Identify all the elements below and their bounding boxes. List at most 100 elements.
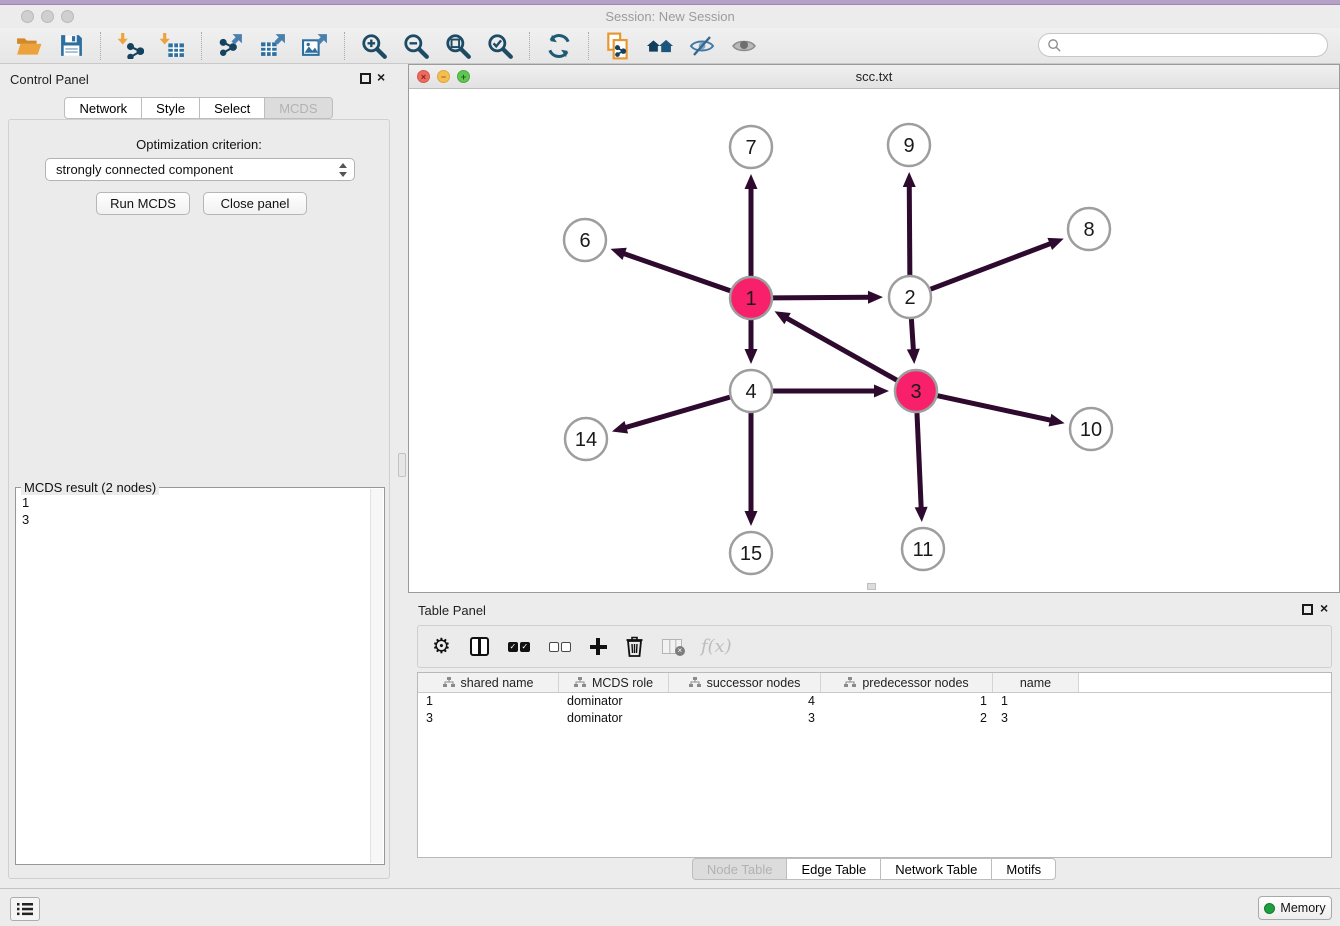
close-panel-icon[interactable]: ×	[377, 70, 385, 84]
graph-edge-arrowhead	[745, 349, 758, 364]
delete-table-icon[interactable]: ×	[662, 639, 682, 654]
window-resize-handle[interactable]	[867, 583, 876, 590]
select-all-icon[interactable]: ✓✓	[508, 642, 530, 652]
export-image-icon[interactable]	[301, 32, 329, 60]
import-table-icon[interactable]	[158, 32, 186, 60]
status-bar: Memory	[0, 888, 1340, 926]
graph-edge-1-6[interactable]	[622, 253, 730, 291]
graph-edge-arrowhead	[612, 421, 628, 433]
add-row-icon[interactable]	[590, 638, 607, 655]
column-header-shared-name[interactable]: shared name	[418, 673, 559, 692]
control-panel-title: Control Panel	[10, 72, 89, 87]
graph-edge-arrowhead	[868, 291, 883, 304]
graph-edge-3-10[interactable]	[937, 396, 1052, 421]
graph-edge-3-11[interactable]	[917, 413, 921, 510]
run-mcds-button[interactable]: Run MCDS	[96, 192, 190, 215]
cell-name: 3	[993, 710, 1079, 727]
graph-edge-arrowhead	[1047, 238, 1063, 250]
toolbar-separator	[201, 32, 202, 60]
tab-edge-table[interactable]: Edge Table	[786, 858, 880, 880]
hierarchy-icon	[689, 677, 701, 688]
graph-edge-arrowhead	[745, 174, 758, 189]
graph-node-label: 8	[1083, 219, 1094, 241]
cell-shared-name: 1	[418, 693, 559, 710]
table-row[interactable]: 1 dominator 4 1 1	[418, 693, 1331, 710]
graph-edge-arrowhead	[874, 385, 889, 398]
table-panel-tabs: Node Table Edge Table Network Table Moti…	[408, 858, 1340, 880]
unselect-all-icon[interactable]	[549, 642, 571, 652]
float-table-panel-icon[interactable]	[1302, 604, 1313, 615]
graph-edge-1-2[interactable]	[773, 297, 871, 298]
houses-icon[interactable]	[646, 32, 674, 60]
window-title: Session: New Session	[0, 9, 1340, 24]
graph-edge-4-14[interactable]	[623, 397, 729, 428]
close-table-panel-icon[interactable]: ×	[1320, 601, 1328, 615]
table-settings-gear-icon[interactable]: ⚙	[432, 636, 451, 657]
tab-select[interactable]: Select	[199, 97, 264, 119]
graph-node-label: 3	[910, 381, 921, 403]
network-graph[interactable]: 7968124314101511	[409, 89, 1339, 592]
cell-successor-nodes: 3	[669, 710, 821, 727]
toolbar-separator	[588, 32, 589, 60]
paste-network-icon[interactable]	[604, 32, 632, 60]
zoom-fit-icon[interactable]	[444, 32, 472, 60]
cell-mcds-role: dominator	[559, 693, 669, 710]
memory-button[interactable]: Memory	[1258, 896, 1332, 920]
import-network-icon[interactable]	[116, 32, 144, 60]
titlebar: Session: New Session	[0, 5, 1340, 28]
cell-successor-nodes: 4	[669, 693, 821, 710]
table-header-row: shared name MCDS role successor nodes pr…	[418, 673, 1331, 693]
column-header-name[interactable]: name	[993, 673, 1079, 692]
eye-icon[interactable]	[730, 32, 758, 60]
cell-mcds-role: dominator	[559, 710, 669, 727]
result-scrollbar[interactable]	[370, 489, 383, 863]
close-panel-button[interactable]: Close panel	[203, 192, 307, 215]
refresh-icon[interactable]	[545, 32, 573, 60]
optimization-criterion-label: Optimization criterion:	[9, 137, 389, 152]
zoom-out-icon[interactable]	[402, 32, 430, 60]
open-folder-icon[interactable]	[15, 32, 43, 60]
search-input[interactable]	[1038, 33, 1328, 57]
graph-edge-2-3[interactable]	[911, 319, 913, 352]
network-canvas[interactable]: 7968124314101511	[409, 89, 1339, 592]
panel-splitter-handle[interactable]	[398, 453, 406, 477]
tab-style[interactable]: Style	[141, 97, 199, 119]
float-panel-icon[interactable]	[360, 73, 371, 84]
tab-mcds[interactable]: MCDS	[264, 97, 332, 119]
mcds-panel: Optimization criterion: strongly connect…	[8, 119, 390, 879]
tab-network[interactable]: Network	[64, 97, 141, 119]
cell-name: 1	[993, 693, 1079, 710]
toolbar-separator	[344, 32, 345, 60]
export-network-icon[interactable]	[217, 32, 245, 60]
show-columns-icon[interactable]	[470, 637, 489, 656]
export-table-icon[interactable]	[259, 32, 287, 60]
graph-node-label: 6	[579, 230, 590, 252]
optimization-criterion-select[interactable]: strongly connected component	[45, 158, 355, 181]
hierarchy-icon	[574, 677, 586, 688]
column-header-predecessor-nodes[interactable]: predecessor nodes	[821, 673, 993, 692]
zoom-in-icon[interactable]	[360, 32, 388, 60]
table-row[interactable]: 3 dominator 3 2 3	[418, 710, 1331, 727]
graph-edge-3-1[interactable]	[785, 317, 897, 380]
mcds-result-line: 3	[22, 511, 29, 528]
table-panel-title: Table Panel	[418, 603, 486, 618]
network-window-titlebar[interactable]: × − + scc.txt	[409, 65, 1339, 89]
graph-edge-2-8[interactable]	[931, 243, 1053, 289]
task-history-button[interactable]	[10, 897, 40, 921]
list-icon	[17, 902, 33, 916]
graph-edge-2-9[interactable]	[909, 184, 910, 275]
tab-motifs[interactable]: Motifs	[991, 858, 1056, 880]
function-builder-icon[interactable]: f(x)	[701, 636, 732, 657]
column-header-mcds-role[interactable]: MCDS role	[559, 673, 669, 692]
eye-slash-icon[interactable]	[688, 32, 716, 60]
save-icon[interactable]	[57, 32, 85, 60]
zoom-selected-icon[interactable]	[486, 32, 514, 60]
control-panel: Control Panel × Network Style Select MCD…	[0, 64, 397, 888]
tab-node-table[interactable]: Node Table	[692, 858, 787, 880]
graph-edge-arrowhead	[907, 349, 920, 364]
delete-row-icon[interactable]	[626, 636, 643, 657]
tab-network-table[interactable]: Network Table	[880, 858, 991, 880]
mcds-result-list: 1 3	[22, 494, 29, 528]
column-header-successor-nodes[interactable]: successor nodes	[669, 673, 821, 692]
optimization-criterion-value: strongly connected component	[56, 162, 233, 177]
